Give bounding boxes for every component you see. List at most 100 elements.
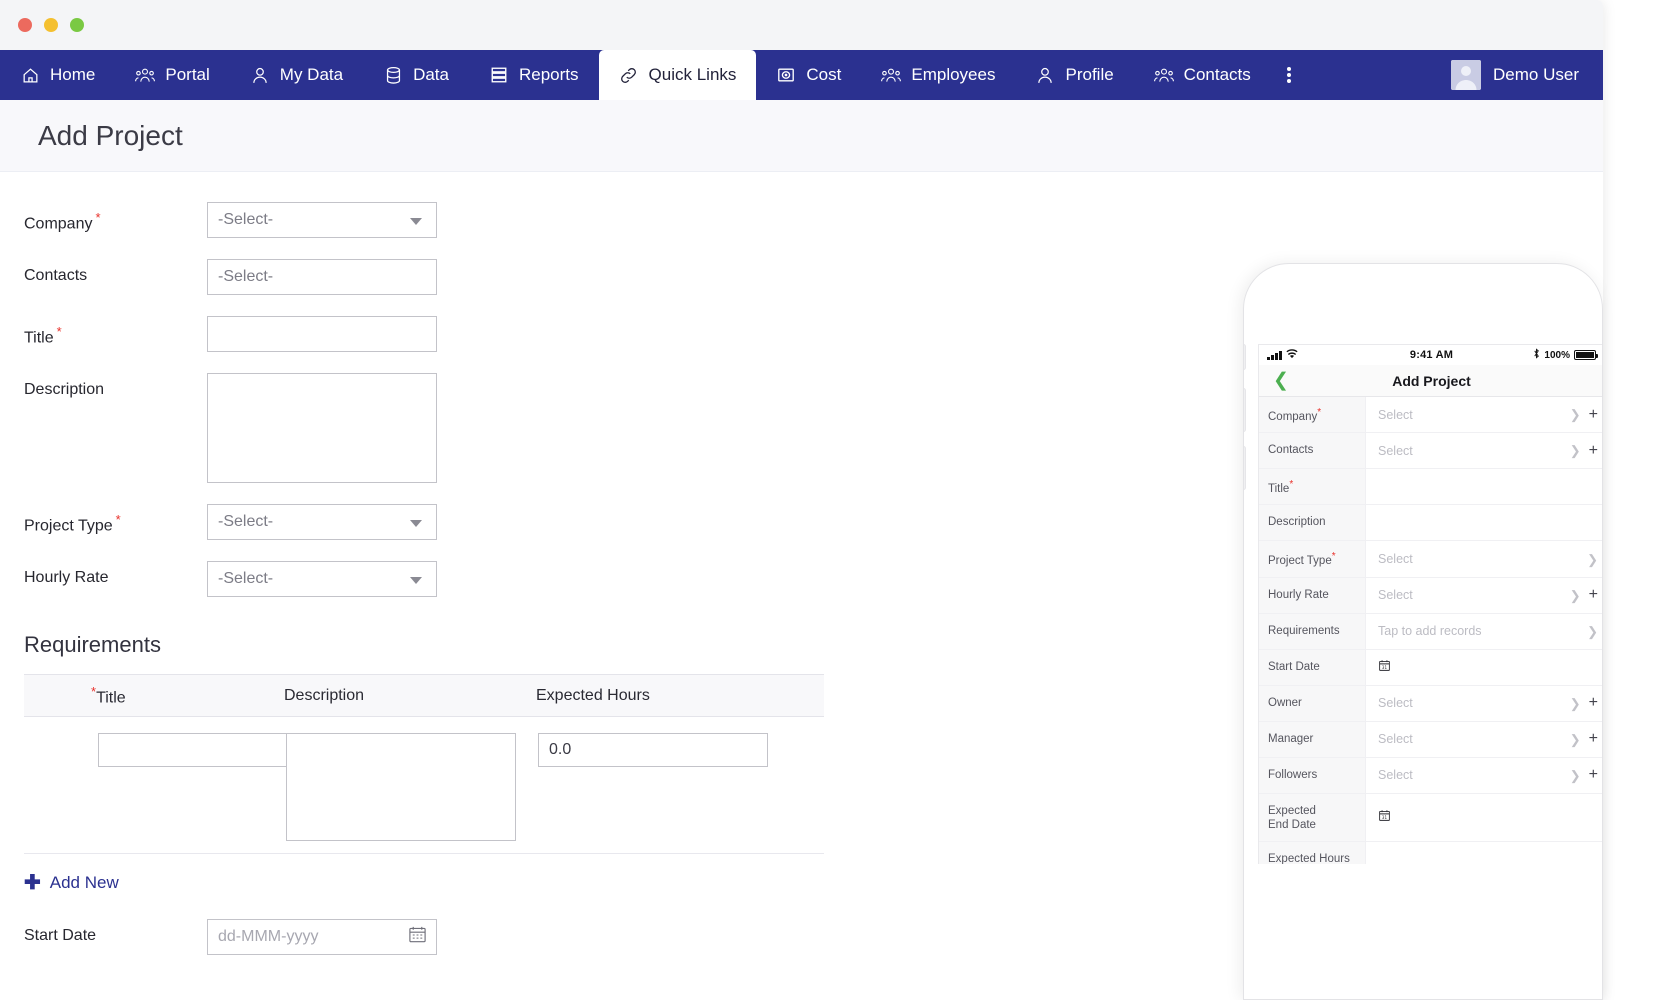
chevron-right-icon[interactable]: ❯ <box>1570 733 1581 746</box>
phone-row-manager[interactable]: Manager Select ❯ + <box>1259 722 1603 758</box>
phone-value-hourly-rate[interactable]: Select ❯ + <box>1366 578 1603 613</box>
status-time: 9:41 AM <box>1355 349 1508 361</box>
phone-value-text: Select <box>1378 444 1562 458</box>
description-textarea[interactable] <box>207 373 437 483</box>
nav-label: Profile <box>1065 65 1113 85</box>
requirement-expected-hours-input[interactable]: 0.0 <box>538 733 768 767</box>
chevron-right-icon[interactable]: ❯ <box>1570 769 1581 782</box>
cell-title <box>24 733 284 841</box>
nav-item-my-data[interactable]: My Data <box>230 50 363 100</box>
control-company: -Select- <box>207 202 437 238</box>
plus-icon[interactable]: + <box>1589 587 1598 603</box>
requirements-table-header: *Title Description Expected Hours <box>24 674 824 717</box>
nav-item-contacts[interactable]: Contacts <box>1134 50 1271 100</box>
nav-item-data[interactable]: Data <box>363 50 469 100</box>
phone-value-title[interactable] <box>1366 469 1603 504</box>
phone-row-expected-hours[interactable]: Expected Hours <box>1259 842 1603 864</box>
status-battery-percent: 100% <box>1544 350 1570 361</box>
add-new-button[interactable]: ✚ Add New <box>24 873 119 893</box>
phone-label-company: Company* <box>1259 397 1366 432</box>
maximize-window-button[interactable] <box>70 18 84 32</box>
nav-label: Reports <box>519 65 579 85</box>
phone-value-contacts[interactable]: Select ❯ + <box>1366 433 1603 468</box>
add-new-label: Add New <box>50 873 119 893</box>
nav-item-cost[interactable]: Cost <box>756 50 861 100</box>
chevron-left-icon[interactable]: ❮ <box>1273 371 1289 390</box>
phone-value-description[interactable] <box>1366 505 1603 540</box>
start-date-input[interactable]: dd-MMM-yyyy <box>207 919 437 955</box>
label-contacts: Contacts <box>0 259 207 285</box>
label-company: Company* <box>0 202 207 233</box>
requirement-expected-hours-value: 0.0 <box>549 741 571 759</box>
phone-value-project-type[interactable]: Select ❯ <box>1366 541 1603 576</box>
nav-item-quick-links[interactable]: Quick Links <box>599 50 757 100</box>
plus-icon[interactable]: + <box>1589 407 1598 423</box>
nav-item-home[interactable]: Home <box>0 50 115 100</box>
contacts-lookup[interactable]: -Select- <box>207 259 437 295</box>
user-menu[interactable]: Demo User <box>1441 50 1603 100</box>
minimize-window-button[interactable] <box>44 18 58 32</box>
plus-icon[interactable]: + <box>1589 443 1598 459</box>
form-row-company: Company* -Select- <box>0 202 1603 238</box>
phone-value-followers[interactable]: Select ❯ + <box>1366 758 1603 793</box>
phone-row-company[interactable]: Company* Select ❯ + <box>1259 397 1603 433</box>
kebab-menu-icon[interactable] <box>1271 50 1307 100</box>
phone-row-title[interactable]: Title* <box>1259 469 1603 505</box>
calendar-icon[interactable]: 31 <box>1378 809 1391 825</box>
phone-top-bezel <box>1244 264 1602 310</box>
chevron-right-icon[interactable]: ❯ <box>1587 625 1598 638</box>
phone-value-company[interactable]: Select ❯ + <box>1366 397 1603 432</box>
requirement-description-textarea[interactable] <box>286 733 516 841</box>
chevron-right-icon[interactable]: ❯ <box>1570 697 1581 710</box>
calendar-icon[interactable]: 31 <box>1378 659 1391 675</box>
phone-row-start-date[interactable]: Start Date 31 <box>1259 650 1603 686</box>
nav-item-employees[interactable]: Employees <box>861 50 1015 100</box>
required-asterisk: * <box>95 210 100 225</box>
phone-value-expected-end-date[interactable]: 31 <box>1366 794 1603 841</box>
phone-row-followers[interactable]: Followers Select ❯ + <box>1259 758 1603 794</box>
close-window-button[interactable] <box>18 18 32 32</box>
home-icon <box>20 65 40 85</box>
hourly-rate-select[interactable]: -Select- <box>207 561 437 597</box>
project-type-select[interactable]: -Select- <box>207 504 437 540</box>
phone-row-description[interactable]: Description <box>1259 505 1603 541</box>
chevron-right-icon[interactable]: ❯ <box>1570 589 1581 602</box>
phone-value-text: Select <box>1378 732 1562 746</box>
calendar-icon[interactable] <box>408 925 427 949</box>
battery-icon <box>1574 350 1596 360</box>
phone-label-manager: Manager <box>1259 722 1366 757</box>
phone-row-contacts[interactable]: Contacts Select ❯ + <box>1259 433 1603 469</box>
phone-row-hourly-rate[interactable]: Hourly Rate Select ❯ + <box>1259 578 1603 614</box>
phone-volume-down-button[interactable] <box>1243 446 1246 490</box>
phone-row-owner[interactable]: Owner Select ❯ + <box>1259 686 1603 722</box>
person-icon <box>1035 65 1055 85</box>
phone-value-expected-hours[interactable] <box>1366 842 1603 864</box>
title-input[interactable] <box>207 316 437 352</box>
nav-label: Cost <box>806 65 841 85</box>
phone-row-project-type[interactable]: Project Type* Select ❯ <box>1259 541 1603 577</box>
chevron-right-icon[interactable]: ❯ <box>1587 553 1598 566</box>
phone-mute-switch[interactable] <box>1243 344 1246 370</box>
chevron-right-icon[interactable]: ❯ <box>1570 444 1581 457</box>
company-select[interactable]: -Select- <box>207 202 437 238</box>
nav-label: Home <box>50 65 95 85</box>
contacts-lookup-value: -Select- <box>218 268 273 286</box>
phone-value-requirements[interactable]: Tap to add records ❯ <box>1366 614 1603 649</box>
nav-item-profile[interactable]: Profile <box>1015 50 1133 100</box>
chevron-right-icon[interactable]: ❯ <box>1570 408 1581 421</box>
phone-volume-up-button[interactable] <box>1243 388 1246 432</box>
signal-bars-icon <box>1267 351 1282 360</box>
plus-icon[interactable]: + <box>1589 695 1598 711</box>
plus-icon[interactable]: + <box>1589 767 1598 783</box>
nav-item-portal[interactable]: Portal <box>115 50 229 100</box>
phone-value-manager[interactable]: Select ❯ + <box>1366 722 1603 757</box>
phone-row-requirements[interactable]: Requirements Tap to add records ❯ <box>1259 614 1603 650</box>
phone-value-start-date[interactable]: 31 <box>1366 650 1603 685</box>
screenshot-root: Home Portal My Data <box>0 0 1670 1000</box>
label-text: Description <box>24 381 104 398</box>
phone-row-expected-end-date[interactable]: Expected End Date 31 <box>1259 794 1603 842</box>
nav-item-reports[interactable]: Reports <box>469 50 599 100</box>
plus-icon[interactable]: + <box>1589 731 1598 747</box>
group-icon <box>1154 65 1174 85</box>
phone-value-owner[interactable]: Select ❯ + <box>1366 686 1603 721</box>
